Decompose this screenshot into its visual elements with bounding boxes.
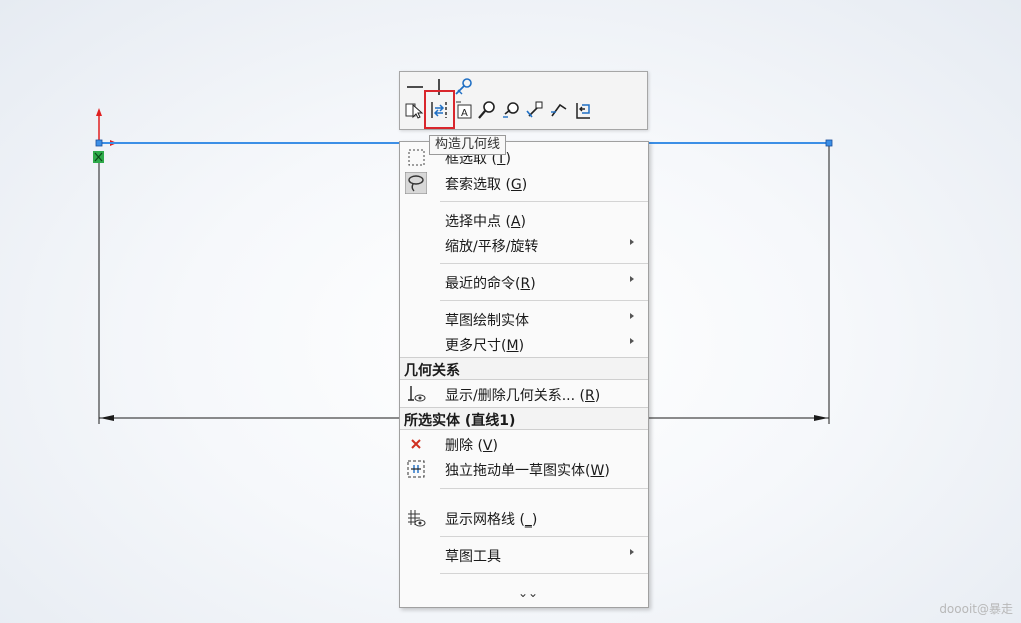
delete-label: 删除	[445, 438, 473, 454]
horizontal-line-icon[interactable]	[404, 76, 426, 98]
drag-entity-label: 独立拖动单一草图实体	[445, 463, 585, 479]
hide-show-icon[interactable]	[500, 99, 522, 121]
zoom-selection-icon[interactable]	[476, 99, 498, 121]
menu-item-drag-entity[interactable]: 独立拖动单一草图实体(W)	[400, 457, 648, 481]
submenu-arrow-icon	[630, 239, 634, 245]
recent-commands-label: 最近的命令	[445, 276, 515, 292]
menu-separator	[440, 573, 648, 574]
menu-separator	[440, 263, 648, 264]
expand-menu-chevron-icon[interactable]: ⌄⌄	[518, 586, 538, 600]
menu-separator	[440, 201, 648, 202]
selected-entity-section-header: 所选实体 (直线1)	[400, 407, 648, 430]
menu-item-lasso-select[interactable]: 套索选取 (G)	[400, 171, 648, 195]
smart-dimension-icon[interactable]: A	[453, 99, 475, 121]
exit-sketch-icon[interactable]	[572, 99, 594, 121]
menu-separator	[440, 536, 648, 537]
menu-separator	[440, 488, 648, 489]
submenu-arrow-icon	[630, 276, 634, 282]
sketch-tools-label: 草图工具	[445, 549, 501, 565]
highlight-frame	[424, 90, 455, 129]
watermark: doooit@暴走	[939, 602, 1013, 616]
svg-text:A: A	[461, 108, 468, 119]
sketch-entities-label: 草图绘制实体	[445, 313, 529, 329]
tooltip: 构造几何线	[429, 135, 507, 155]
select-midpoint-label: 选择中点	[445, 214, 501, 230]
submenu-arrow-icon	[630, 338, 634, 344]
menu-item-sketch-entities[interactable]: 草图绘制实体	[400, 307, 648, 331]
menu-separator	[440, 300, 648, 301]
endpoint-right[interactable]	[825, 139, 833, 147]
menu-item-delete[interactable]: 删除 (V)	[400, 432, 648, 456]
zoom-pan-rotate-label: 缩放/平移/旋转	[445, 239, 539, 255]
context-menu: 框选取 (T) 套索选取 (G) 选择中点 (A) 缩放/平移/旋转 最近的命令…	[399, 141, 649, 608]
more-dimensions-label: 更多尺寸	[445, 338, 501, 354]
delete-icon	[405, 433, 427, 455]
submenu-arrow-icon	[630, 549, 634, 555]
lasso-icon	[405, 172, 427, 194]
coincident-relation-icon[interactable]	[93, 151, 104, 163]
drag-entity-icon	[405, 458, 427, 480]
menu-item-show-delete-relations[interactable]: 显示/删除几何关系... (R)	[400, 382, 648, 406]
relation-icon[interactable]	[524, 99, 546, 121]
menu-item-sketch-tools[interactable]: 草图工具	[400, 543, 648, 567]
menu-item-more-dimensions[interactable]: 更多尺寸(M)	[400, 332, 648, 356]
show-relations-icon	[405, 383, 427, 405]
select-other-icon[interactable]	[403, 99, 425, 121]
menu-item-zoom-pan-rotate[interactable]: 缩放/平移/旋转	[400, 233, 648, 257]
menu-item-select-midpoint[interactable]: 选择中点 (A)	[400, 208, 648, 232]
grid-icon	[405, 507, 427, 529]
endpoint-left[interactable]	[95, 139, 103, 147]
relations-section-header: 几何关系	[400, 357, 648, 380]
menu-item-show-grid[interactable]: 显示网格线 (_)	[400, 506, 648, 530]
menu-item-recent-commands[interactable]: 最近的命令(R)	[400, 270, 648, 294]
fix-constraint-icon[interactable]	[452, 76, 474, 98]
box-select-icon	[405, 146, 427, 168]
submenu-arrow-icon	[630, 313, 634, 319]
show-grid-label: 显示网格线	[445, 512, 515, 528]
trim-icon[interactable]	[548, 99, 570, 121]
lasso-select-label: 套索选取	[445, 177, 501, 193]
show-delete-relations-label: 显示/删除几何关系...	[445, 388, 576, 404]
